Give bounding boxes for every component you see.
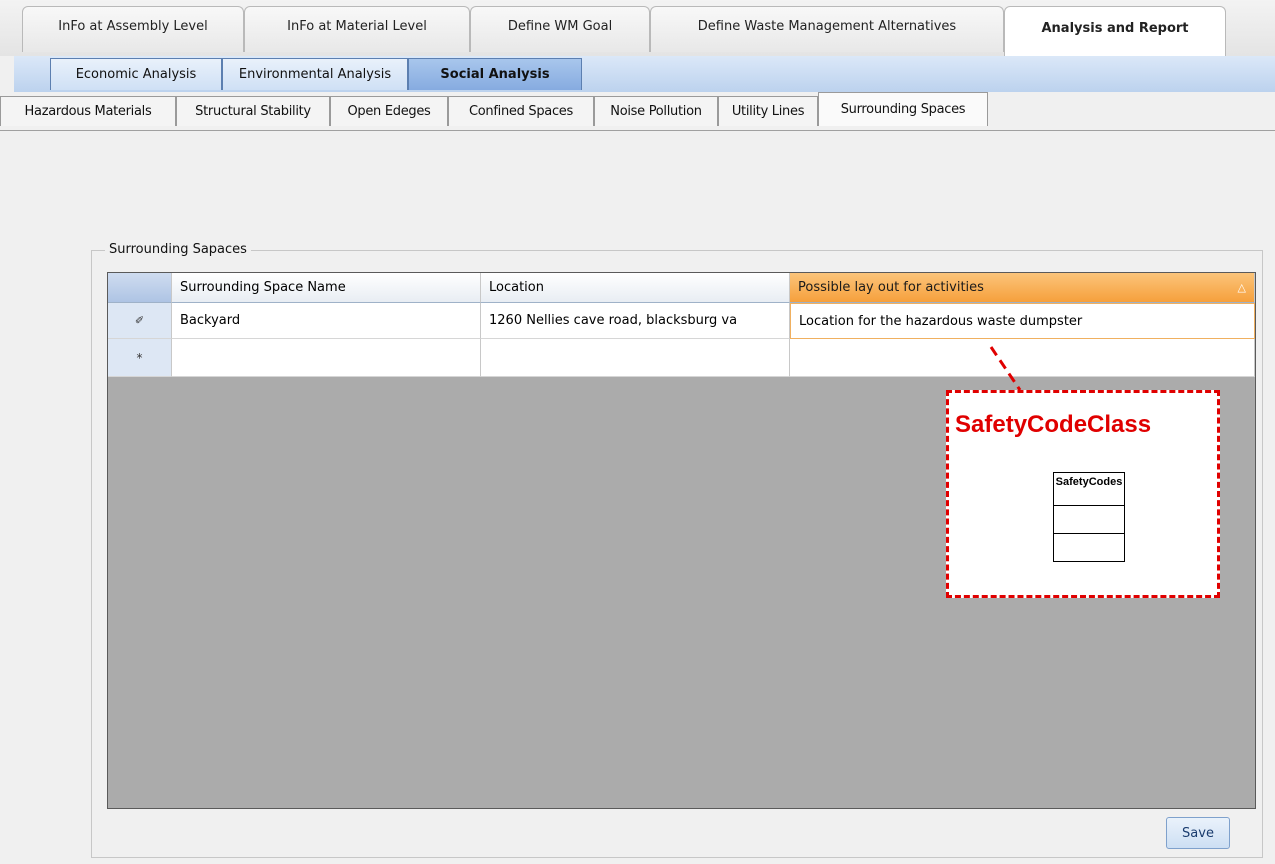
tab-label: Define WM Goal (507, 19, 613, 34)
uml-methods-section (1054, 534, 1124, 562)
new-row[interactable]: * (108, 339, 1255, 377)
pencil-icon: ✐ (134, 314, 145, 327)
save-button[interactable]: Save (1166, 817, 1230, 849)
tab-define-wm-alternatives[interactable]: Define Waste Management Alternatives (650, 6, 1004, 52)
tab-social-analysis[interactable]: Social Analysis (408, 58, 582, 90)
tab-label: Structural Stability (195, 104, 311, 119)
grid-select-all-corner[interactable] (108, 273, 172, 303)
tab-environmental-analysis[interactable]: Environmental Analysis (222, 58, 408, 90)
tab-label: InFo at Material Level (287, 19, 427, 34)
cell-value: Backyard (180, 313, 241, 328)
tab-open-edges[interactable]: Open Edeges (330, 96, 448, 126)
tab-analysis-and-report[interactable]: Analysis and Report (1004, 6, 1226, 56)
new-row-indicator[interactable]: * (108, 339, 172, 377)
cell-space-name[interactable] (172, 339, 481, 377)
tab-hazardous-materials[interactable]: Hazardous Materials (0, 96, 176, 126)
cell-value: 1260 Nellies cave road, blacksburg va (489, 313, 738, 328)
cell-location[interactable]: 1260 Nellies cave road, blacksburg va (481, 303, 790, 339)
sort-ascending-icon: △ (1237, 281, 1246, 294)
tab-label: InFo at Assembly Level (58, 19, 208, 34)
main-tab-strip: InFo at Assembly Level InFo at Material … (0, 0, 1275, 56)
cell-value: Location for the hazardous waste dumpste… (799, 313, 1083, 329)
uml-class-box: SafetyCodes (1053, 472, 1125, 562)
cell-layout-activities[interactable] (790, 339, 1255, 377)
tab-label: Define Waste Management Alternatives (697, 19, 957, 34)
tab-info-assembly-level[interactable]: InFo at Assembly Level (22, 6, 244, 52)
safety-code-class-annotation: SafetyCodeClass SafetyCodes (946, 390, 1220, 598)
row-edit-indicator[interactable]: ✐ (108, 303, 172, 339)
tab-label: Surrounding Spaces (840, 102, 966, 117)
tab-surrounding-spaces[interactable]: Surrounding Spaces (818, 92, 988, 126)
tab-noise-pollution[interactable]: Noise Pollution (594, 96, 718, 126)
tab-label: Hazardous Materials (24, 104, 152, 119)
uml-attributes-section (1054, 506, 1124, 534)
column-header-space-name[interactable]: Surrounding Space Name (172, 273, 481, 303)
group-title: Surrounding Sapaces (105, 242, 251, 257)
annotation-title: SafetyCodeClass (955, 411, 1152, 438)
grid-header-row: Surrounding Space Name Location Possible… (108, 273, 1255, 303)
tab-label: Utility Lines (731, 104, 805, 119)
tab-label: Social Analysis (440, 67, 550, 82)
cell-space-name[interactable]: Backyard (172, 303, 481, 339)
tab-label: Analysis and Report (1041, 21, 1189, 36)
tab-label: Noise Pollution (610, 104, 702, 119)
analysis-tab-strip: Economic Analysis Environmental Analysis… (14, 56, 1275, 93)
column-header-label: Location (489, 280, 544, 295)
tab-define-wm-goal[interactable]: Define WM Goal (470, 6, 650, 52)
social-tab-strip: Hazardous Materials Structural Stability… (0, 92, 1275, 131)
column-header-label: Possible lay out for activities (798, 280, 984, 295)
tab-confined-spaces[interactable]: Confined Spaces (448, 96, 594, 126)
column-header-layout-activities[interactable]: Possible lay out for activities △ (790, 273, 1255, 303)
cell-layout-activities[interactable]: Location for the hazardous waste dumpste… (790, 303, 1255, 339)
tab-label: Environmental Analysis (238, 67, 392, 82)
tab-label: Confined Spaces (469, 104, 573, 119)
asterisk-icon: * (136, 350, 143, 365)
table-row[interactable]: ✐ Backyard 1260 Nellies cave road, black… (108, 303, 1255, 339)
uml-class-name: SafetyCodes (1054, 473, 1124, 506)
tab-economic-analysis[interactable]: Economic Analysis (50, 58, 222, 90)
tab-utility-lines[interactable]: Utility Lines (718, 96, 818, 126)
column-header-label: Surrounding Space Name (180, 280, 346, 295)
column-header-location[interactable]: Location (481, 273, 790, 303)
tab-label: Economic Analysis (75, 67, 197, 82)
tab-info-material-level[interactable]: InFo at Material Level (244, 6, 470, 52)
cell-location[interactable] (481, 339, 790, 377)
tab-label: Open Edeges (347, 104, 431, 119)
tab-structural-stability[interactable]: Structural Stability (176, 96, 330, 126)
